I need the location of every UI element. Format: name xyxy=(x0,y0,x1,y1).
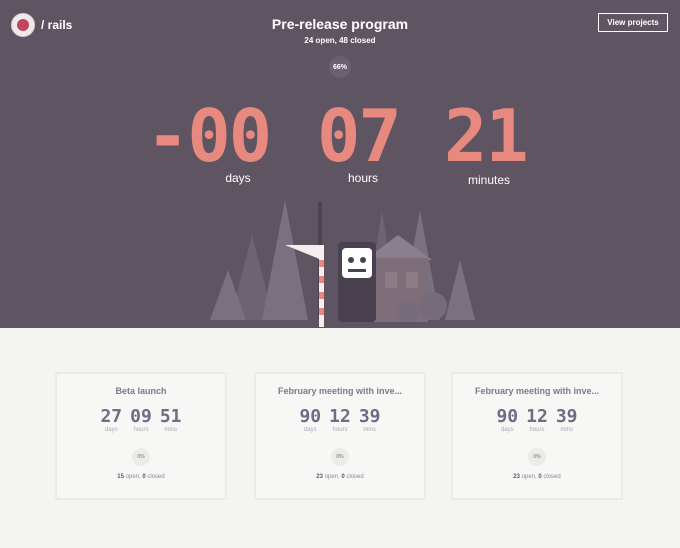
milestone-days-label: days xyxy=(303,427,317,433)
milestone-hours-label: hours xyxy=(332,427,348,433)
open-label: open, xyxy=(125,474,141,480)
milestone-hours: 09 xyxy=(130,406,152,427)
closed-label: closed xyxy=(543,474,561,480)
milestone-mins-label: mins xyxy=(164,427,178,433)
milestone-days-label: days xyxy=(500,427,514,433)
hero-section: / rails Pre-release program 24 open, 48 … xyxy=(0,0,680,328)
countdown-minutes-label: minutes xyxy=(467,173,511,187)
countdown-hours-label: hours xyxy=(347,171,379,185)
closed-label: closed xyxy=(346,474,364,480)
milestone-countdown: 90 days 12 hours 39 mins xyxy=(453,408,621,434)
milestone-days: 90 xyxy=(496,406,519,427)
milestone-days-label: days xyxy=(104,427,118,433)
milestone-days: 90 xyxy=(299,406,322,427)
milestone-hours-label: hours xyxy=(529,427,545,433)
milestone-issue-stats: 23 open, 0 closed xyxy=(453,474,621,480)
countdown-days-label: days xyxy=(225,171,251,185)
reaper-illustration xyxy=(210,200,475,327)
open-count: 15 xyxy=(117,474,124,480)
closed-label: closed xyxy=(147,474,165,480)
milestone-progress-badge: 0% xyxy=(132,448,150,466)
view-projects-button[interactable]: View projects xyxy=(598,13,668,32)
closed-count: 0 xyxy=(142,474,146,480)
milestone-card[interactable]: Beta launch 27 days 09 hours 51 mins 0% 15 … xyxy=(55,372,227,500)
milestone-card[interactable]: February meeting with inve... 90 days 12 h… xyxy=(254,372,426,500)
milestone-mins: 51 xyxy=(159,406,182,427)
open-count: 23 xyxy=(513,474,520,480)
milestone-title: Beta launch xyxy=(115,386,167,396)
milestone-issue-stats: 15 open, 0 closed xyxy=(57,474,225,480)
closed-count: 0 xyxy=(341,474,345,480)
milestone-progress-badge: 0% xyxy=(331,448,349,466)
milestone-mins: 39 xyxy=(555,406,578,427)
milestone-issue-stats: 23 open, 0 closed xyxy=(256,474,424,480)
progress-badge: 66% xyxy=(329,56,351,78)
milestone-mins: 39 xyxy=(358,406,381,427)
milestone-title: February meeting with inve... xyxy=(474,386,600,396)
page-title: Pre-release program xyxy=(271,16,409,32)
closed-count: 0 xyxy=(538,474,542,480)
milestone-header: Pre-release program 24 open, 48 closed xyxy=(0,16,680,45)
open-label: open, xyxy=(324,474,340,480)
open-label: open, xyxy=(521,474,537,480)
milestone-hours-label: hours xyxy=(133,427,149,433)
milestone-countdown: 27 days 09 hours 51 mins xyxy=(57,408,225,434)
open-count: 23 xyxy=(316,474,323,480)
milestone-card[interactable]: February meeting with inve... 90 days 12 h… xyxy=(451,372,623,500)
milestone-title: February meeting with inve... xyxy=(277,386,403,396)
milestone-countdown: 90 days 12 hours 39 mins xyxy=(256,408,424,434)
countdown-hours-value: 07 xyxy=(317,94,402,178)
milestone-mins-label: mins xyxy=(363,427,377,433)
milestone-days: 27 xyxy=(100,406,123,427)
issue-summary: 24 open, 48 closed xyxy=(304,36,376,45)
milestone-list: Beta launch 27 days 09 hours 51 mins 0% 15 … xyxy=(0,328,680,548)
milestone-progress-badge: 0% xyxy=(528,448,546,466)
milestone-hours: 12 xyxy=(329,406,351,427)
milestone-mins-label: mins xyxy=(560,427,574,433)
milestone-hours: 12 xyxy=(526,406,548,427)
countdown-days-value: -00 xyxy=(146,94,272,178)
countdown-minutes-value: 21 xyxy=(444,94,529,178)
